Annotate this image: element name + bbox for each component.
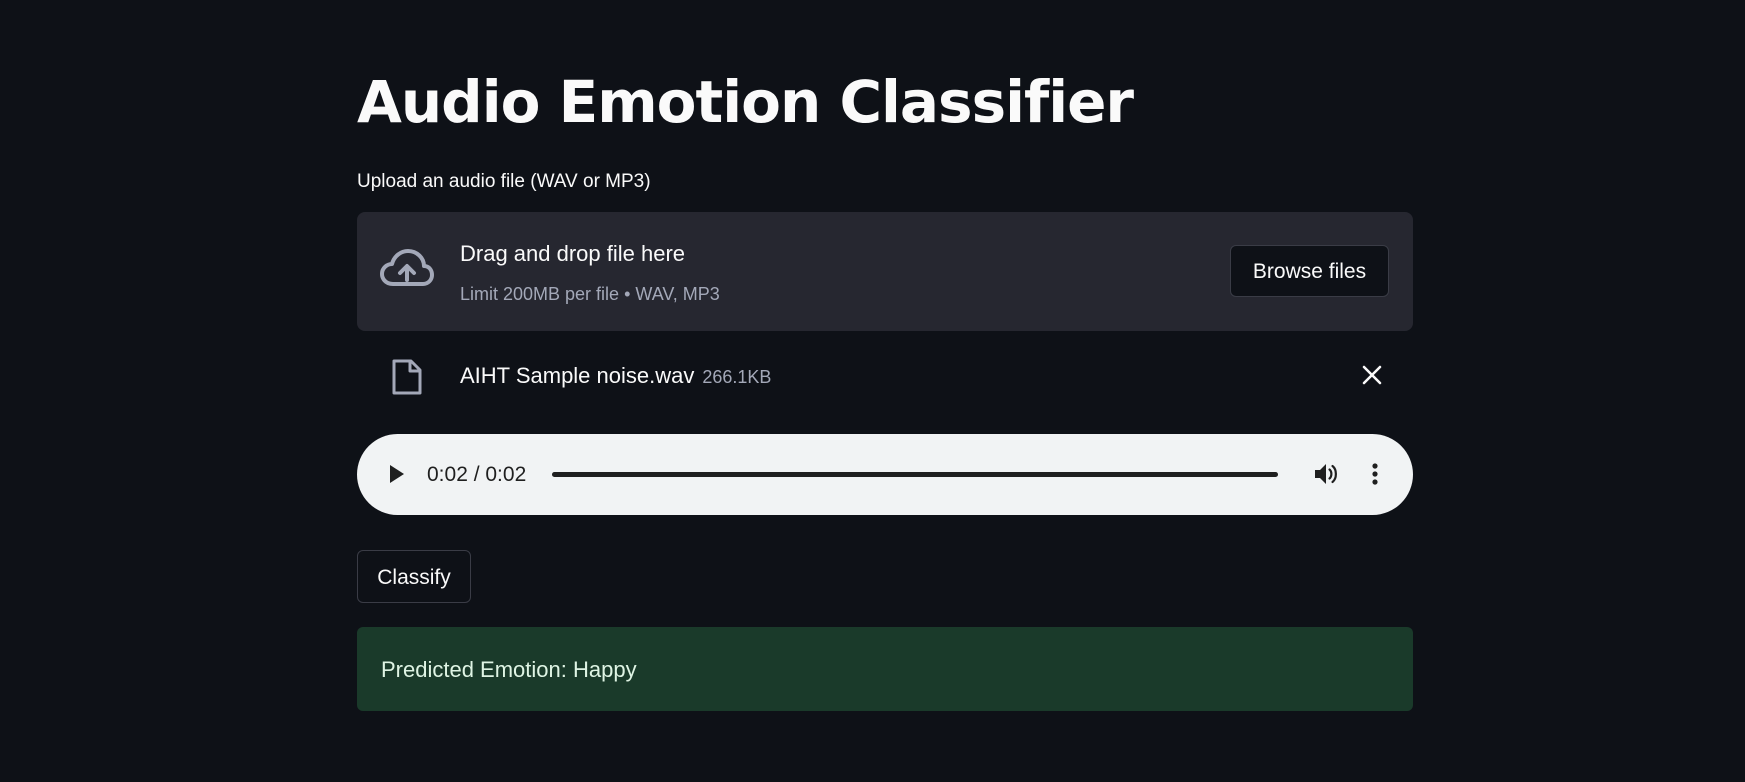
audio-time-display: 0:02 / 0:02 bbox=[427, 463, 527, 486]
uploader-label: Upload an audio file (WAV or MP3) bbox=[357, 171, 651, 192]
more-vertical-icon[interactable] bbox=[1361, 460, 1389, 488]
file-name-text: AIHT Sample noise.wav bbox=[460, 363, 695, 388]
uploaded-file-name: AIHT Sample noise.wav 266.1KB bbox=[460, 362, 771, 391]
prediction-result-text: Predicted Emotion: Happy bbox=[381, 657, 637, 682]
file-size: 266.1KB bbox=[702, 367, 772, 387]
audio-progress-slider[interactable] bbox=[552, 472, 1278, 477]
dropzone-limit-text: Limit 200MB per file • WAV, MP3 bbox=[460, 284, 720, 304]
classify-button[interactable]: Classify bbox=[357, 550, 471, 603]
close-icon[interactable] bbox=[1357, 360, 1387, 390]
file-dropzone[interactable]: Drag and drop file here Limit 200MB per … bbox=[357, 212, 1413, 331]
prediction-result-box: Predicted Emotion: Happy bbox=[357, 627, 1413, 711]
play-icon[interactable] bbox=[383, 461, 409, 487]
dropzone-title: Drag and drop file here bbox=[460, 241, 686, 266]
uploaded-file-row: AIHT Sample noise.wav 266.1KB bbox=[357, 346, 1413, 406]
file-icon bbox=[392, 359, 422, 395]
page-title: Audio Emotion Classifier bbox=[357, 68, 1134, 136]
cloud-upload-icon bbox=[380, 249, 434, 286]
volume-icon[interactable] bbox=[1312, 460, 1340, 488]
browse-files-button[interactable]: Browse files bbox=[1230, 245, 1389, 297]
audio-player: 0:02 / 0:02 bbox=[357, 434, 1413, 515]
audio-progress-fill bbox=[552, 472, 1278, 477]
